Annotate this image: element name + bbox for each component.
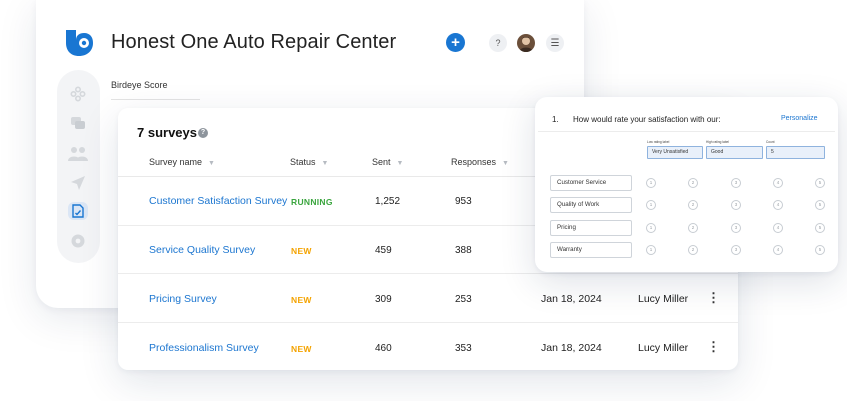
rating-radio[interactable]: 2 [688, 200, 698, 210]
surveys-icon[interactable] [68, 202, 88, 220]
row-divider [118, 273, 738, 274]
people-icon[interactable] [68, 145, 88, 163]
question-divider [538, 131, 835, 132]
rating-radio[interactable]: 3 [731, 223, 741, 233]
sort-caret-icon: ▼ [396, 160, 404, 167]
widgets-icon[interactable] [68, 85, 88, 103]
rating-radio[interactable]: 1 [646, 223, 656, 233]
survey-name-link[interactable]: Professionalism Survey [149, 342, 259, 354]
col-survey-name[interactable]: Survey name ▼ [149, 157, 215, 167]
count-label: Count [766, 140, 775, 144]
col-status[interactable]: Status ▼ [290, 157, 328, 167]
rating-radio[interactable]: 4 [773, 178, 783, 188]
sent-count: 309 [375, 294, 392, 305]
menu-icon[interactable]: ☰ [546, 34, 564, 52]
chat-icon[interactable] [68, 114, 88, 132]
col-sent[interactable]: Sent ▼ [372, 157, 403, 167]
owner-name: Lucy Miller [638, 293, 689, 305]
rating-radio[interactable]: 5 [815, 178, 825, 188]
rating-radio[interactable]: 5 [815, 223, 825, 233]
plus-icon[interactable]: + [446, 33, 465, 52]
survey-name-link[interactable]: Customer Satisfaction Survey [149, 195, 287, 207]
created-date: Jan 18, 2024 [541, 293, 602, 305]
rating-radio[interactable]: 3 [731, 178, 741, 188]
status-badge: NEW [291, 295, 312, 305]
sort-caret-icon: ▼ [321, 160, 329, 167]
personalize-link[interactable]: Personalize [781, 115, 818, 122]
rating-radio[interactable]: 1 [646, 200, 656, 210]
status-badge: RUNNING [291, 197, 333, 207]
app-title: Honest One Auto Repair Center [111, 31, 397, 53]
question-text[interactable]: How would rate your satisfaction with ou… [573, 115, 721, 124]
more-options-icon[interactable]: ⋮ [707, 340, 720, 353]
rating-radio[interactable]: 4 [773, 223, 783, 233]
col-responses[interactable]: Responses ▼ [451, 157, 509, 167]
row-divider [118, 322, 738, 323]
rating-radio[interactable]: 5 [815, 200, 825, 210]
rating-radio[interactable]: 2 [688, 178, 698, 188]
rating-item: Warranty [550, 242, 632, 258]
owner-name: Lucy Miller [638, 342, 689, 354]
sent-count: 1,252 [375, 196, 401, 207]
responses-count: 353 [455, 343, 472, 354]
rating-item: Pricing [550, 220, 632, 236]
low-rating-label: Low rating label [647, 140, 670, 144]
question-number: 1. [552, 115, 559, 124]
responses-count: 253 [455, 294, 472, 305]
count-input[interactable]: 5 [766, 146, 825, 159]
responses-count: 953 [455, 196, 472, 207]
rating-radio[interactable]: 1 [646, 178, 656, 188]
survey-count: 7 surveys [137, 125, 197, 140]
sort-caret-icon: ▼ [502, 160, 509, 167]
rating-radio[interactable]: 4 [773, 245, 783, 255]
rating-radio[interactable]: 2 [688, 245, 698, 255]
rating-radio[interactable]: 3 [731, 200, 741, 210]
survey-name-link[interactable]: Service Quality Survey [149, 244, 255, 256]
survey-name-link[interactable]: Pricing Survey [149, 293, 217, 305]
high-rating-input[interactable]: Good [706, 146, 763, 159]
rating-radio[interactable]: 5 [815, 245, 825, 255]
info-icon[interactable]: ? [198, 128, 208, 138]
birdeye-logo [66, 30, 93, 56]
breadcrumb[interactable]: Birdeye Score [111, 80, 168, 90]
send-icon[interactable] [68, 174, 88, 192]
rating-radio[interactable]: 1 [646, 245, 656, 255]
rating-radio[interactable]: 3 [731, 245, 741, 255]
low-rating-input[interactable]: Very Unsatisfied [647, 146, 703, 159]
rating-item: Customer Service [550, 175, 632, 191]
rating-radio[interactable]: 4 [773, 200, 783, 210]
settings-icon[interactable] [68, 232, 88, 250]
rating-radio[interactable]: 2 [688, 223, 698, 233]
sent-count: 460 [375, 343, 392, 354]
high-rating-label: High rating label [706, 140, 730, 144]
created-date: Jan 18, 2024 [541, 342, 602, 354]
more-options-icon[interactable]: ⋮ [707, 291, 720, 304]
responses-count: 388 [455, 245, 472, 256]
status-badge: NEW [291, 246, 312, 256]
sort-caret-icon: ▼ [208, 160, 215, 167]
sent-count: 459 [375, 245, 392, 256]
breadcrumb-underline [111, 99, 200, 100]
avatar[interactable] [517, 34, 535, 52]
status-badge: NEW [291, 344, 312, 354]
rating-item: Quality of Work [550, 197, 632, 213]
help-icon[interactable]: ? [489, 34, 507, 52]
